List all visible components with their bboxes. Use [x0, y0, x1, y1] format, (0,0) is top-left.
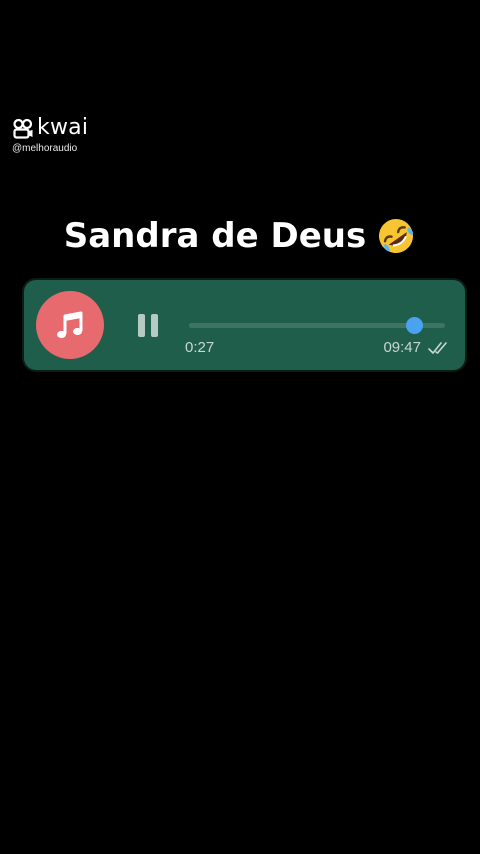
- rolling-on-floor-laughing-emoji-icon: [379, 219, 414, 253]
- caption-title-text: Sandra de Deus: [63, 216, 367, 256]
- elapsed-time: 0:27: [185, 339, 215, 356]
- creator-handle: @melhoraudio: [12, 143, 78, 154]
- audio-progress-fill: [189, 323, 415, 328]
- pause-button[interactable]: [132, 311, 164, 339]
- message-timestamp: 09:47: [383, 339, 421, 356]
- pause-icon: [138, 313, 145, 337]
- kwai-brand-row: kwai: [12, 117, 88, 139]
- kwai-watermark: kwai @melhoraudio: [12, 117, 88, 155]
- double-check-icon: [428, 342, 447, 354]
- audio-seek-thumb[interactable]: [406, 317, 424, 334]
- audio-avatar: [36, 291, 104, 359]
- kwai-logo-icon: [13, 118, 33, 139]
- kwai-brand-label: kwai: [37, 115, 89, 140]
- audio-message-bubble: 0:27 09:47: [24, 280, 465, 370]
- video-frame: kwai @melhoraudio Sandra de Deus 0:27 09…: [0, 0, 480, 854]
- music-note-icon: [57, 311, 83, 339]
- audio-seek-slider[interactable]: [189, 317, 445, 334]
- caption-title: Sandra de Deus: [0, 212, 480, 260]
- pause-icon-bar: [151, 313, 158, 337]
